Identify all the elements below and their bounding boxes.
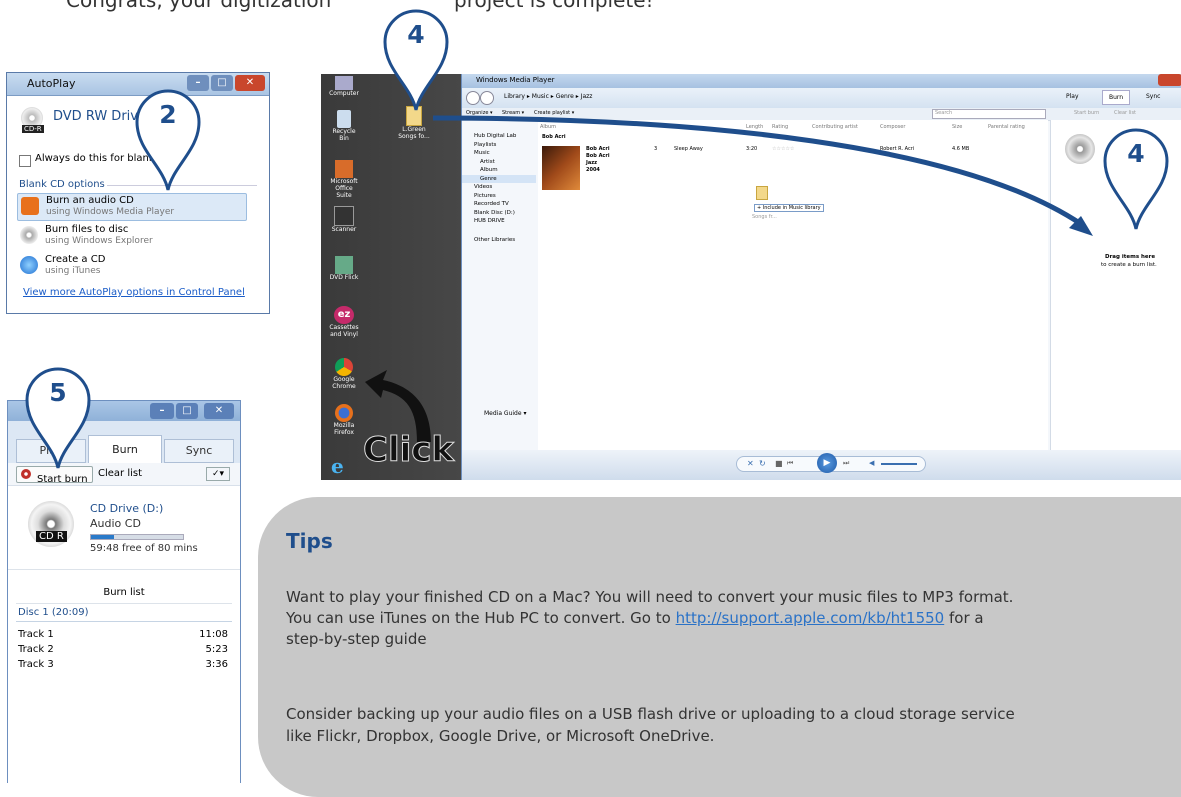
tab-sync[interactable]: Sync	[164, 439, 234, 463]
option-burn-audio[interactable]: Burn an audio CD using Windows Media Pla…	[17, 193, 247, 221]
cd-free-label: 59:48 free of 80 mins	[90, 543, 198, 554]
tips-line: like Flickr, Dropbox, Google Drive, or M…	[286, 727, 715, 745]
track-length: 5:23	[205, 644, 228, 655]
maximize-button[interactable]: □	[176, 403, 198, 419]
option-title: Burn an audio CD	[46, 195, 134, 206]
tips-text: for a	[949, 609, 984, 627]
option-sub: using Windows Explorer	[45, 236, 153, 246]
list-item[interactable]: Track 3 3:36	[18, 659, 230, 673]
list-item[interactable]: Track 1 11:08	[18, 629, 230, 643]
maximize-button[interactable]: □	[211, 75, 233, 91]
tips-line: Consider backing up your audio files on …	[286, 705, 1015, 723]
track-length: 11:08	[199, 629, 228, 640]
minimize-button[interactable]: –	[150, 403, 174, 419]
close-button[interactable]: ✕	[235, 75, 265, 91]
header-right: project is complete!	[454, 0, 654, 12]
tips-line: Want to play your finished CD on a Mac? …	[286, 588, 1014, 606]
apple-support-link[interactable]: http://support.apple.com/kb/ht1550	[676, 609, 945, 627]
tips-paragraph-2: Consider backing up your audio files on …	[286, 703, 1181, 747]
track-name: Track 2	[18, 644, 54, 655]
tips-line: You can use iTunes on the Hub PC to conv…	[286, 608, 1181, 629]
section-label: Blank CD options	[19, 179, 105, 190]
option-burn-files[interactable]: Burn files to disc using Windows Explore…	[17, 223, 245, 249]
cd-capacity-bar	[90, 534, 184, 540]
callout-number: 4	[1127, 139, 1145, 168]
option-title: Create a CD	[45, 254, 106, 265]
clear-list-button[interactable]: Clear list	[98, 468, 142, 479]
autoplay-title: AutoPlay	[27, 77, 76, 90]
start-burn-label: Start burn	[37, 474, 88, 485]
list-divider	[16, 603, 232, 604]
callout-pin-4-burn: 4	[1101, 125, 1171, 233]
option-sub: using iTunes	[45, 266, 101, 276]
page-header: Congrats, your digitization project is c…	[66, 0, 654, 12]
more-autoplay-link[interactable]: View more AutoPlay options in Control Pa…	[23, 287, 245, 298]
desktop-screenshot: Computer Recycle Bin Microsoft Office Su…	[321, 74, 1181, 480]
callout-number: 2	[159, 100, 177, 129]
drag-arrow-icon	[432, 115, 1093, 236]
tips-line: step-by-step guide	[286, 630, 427, 648]
cd-type-label: Audio CD	[90, 517, 141, 530]
drive-badge: CD-R	[22, 125, 44, 133]
callout-pin-2: 2	[133, 86, 203, 194]
disc-divider	[16, 621, 232, 622]
tips-paragraph-1: Want to play your finished CD on a Mac? …	[286, 587, 1181, 650]
callout-number: 5	[49, 378, 67, 407]
track-length: 3:36	[205, 659, 228, 670]
tips-title: Tips	[286, 529, 333, 553]
panel-divider	[8, 569, 240, 570]
callout-pin-5: 5	[23, 364, 93, 472]
itunes-icon	[20, 256, 38, 274]
track-name: Track 1	[18, 629, 54, 640]
option-sub: using Windows Media Player	[46, 207, 175, 217]
callout-pin-4-top: 4	[381, 6, 451, 114]
disc-icon	[20, 226, 38, 244]
always-checkbox[interactable]	[19, 155, 31, 167]
disc-label: Disc 1 (20:09)	[18, 607, 89, 618]
wmp-icon	[21, 197, 39, 215]
header-left: Congrats, your digitization	[66, 0, 332, 12]
option-title: Burn files to disc	[45, 224, 129, 235]
burn-list-title: Burn list	[103, 587, 145, 598]
burn-options-button[interactable]: ✓▾	[206, 467, 230, 481]
cd-badge: CD R	[36, 531, 67, 542]
list-item[interactable]: Track 2 5:23	[18, 644, 230, 658]
option-create-cd[interactable]: Create a CD using iTunes	[17, 253, 245, 279]
tab-burn[interactable]: Burn	[88, 435, 162, 464]
tips-text: You can use iTunes on the Hub PC to conv…	[286, 609, 671, 627]
tips-box: Tips Want to play your finished CD on a …	[258, 497, 1181, 797]
callout-number: 4	[407, 20, 425, 49]
cd-drive-label: CD Drive (D:)	[90, 502, 164, 515]
track-name: Track 3	[18, 659, 54, 670]
cd-capacity-fill	[91, 535, 114, 539]
close-button[interactable]: ✕	[204, 403, 234, 419]
